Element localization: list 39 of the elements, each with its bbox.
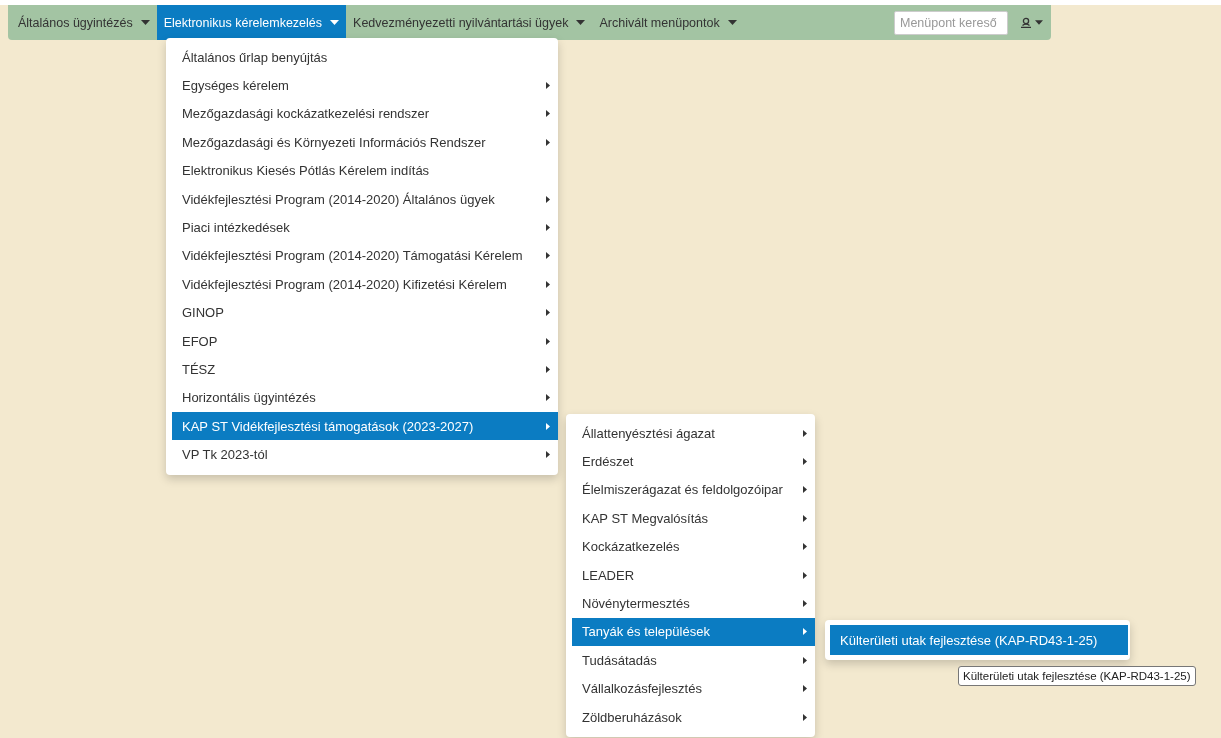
nav-menu-item[interactable]: Elektronikus kérelemkezelés [156,5,347,40]
nav-menu-item[interactable]: Általános ügyintézés [11,5,157,40]
menu-item[interactable]: Egységes kérelem [172,71,558,100]
menu-item[interactable]: Zöldberuházások [572,702,815,732]
menu-item[interactable]: Tanyák és települések [572,617,815,647]
caret-icon [1035,20,1043,25]
menu-item[interactable]: KAP ST Megvalósítás [572,504,815,533]
menu-item[interactable]: TÉSZ [172,355,558,384]
menu-item[interactable]: EFOP [172,326,558,356]
menu-item[interactable]: Vidékfejlesztési Program (2014-2020) Kifizetési Kérelem [172,270,558,299]
menu-item[interactable]: Vállalkozásfejlesztés [572,674,815,703]
menu-item[interactable]: Vidékfejlesztési Program (2014-2020) Általános ügyek [172,184,558,214]
caret-icon [576,20,586,25]
menu-item[interactable]: LEADER [572,560,815,590]
menu-item[interactable]: Tudásátadás [572,646,815,675]
menu-item[interactable]: Horizontális ügyintézés [172,383,558,413]
menu-item[interactable]: VP Tk 2023-tól [172,440,558,469]
menu-item[interactable]: Elektronikus Kiesés Pótlás Kérelem indítás [172,156,558,185]
nav-menu-item[interactable]: Kedvezményezetti nyilvántartási ügyek [346,5,593,40]
menu-item[interactable]: Piaci intézkedések [172,213,558,242]
menu-item[interactable]: Általános űrlap benyújtás [172,43,558,72]
menu-item[interactable]: Vidékfejlesztési Program (2014-2020) Támogatási Kérelem [172,241,558,271]
menu-item[interactable]: Kockázatkezelés [572,532,815,561]
menu-item[interactable]: Növénytermesztés [572,589,815,618]
caret-icon [727,20,737,25]
menu-item[interactable]: Élelmiszerágazat és feldolgozóipar [572,475,815,505]
menu-item[interactable]: KAP ST Vidékfejlesztési támogatások (2023-2027) [172,412,558,441]
user-icon [1020,17,1032,28]
menu-item[interactable]: Mezőgazdasági kockázatkezelési rendszer [172,99,558,129]
menu-item[interactable]: Külterületi utak fejlesztése (KAP-RD43-1-25) [830,625,1128,655]
search-field[interactable]: Menüpont kereső [894,10,1008,35]
caret-icon [140,20,150,25]
nav-menu-item[interactable]: Archivált menüpontok [592,5,744,40]
menu-item[interactable]: Állattenyésztési ágazat [572,419,815,448]
tooltip: Külterületi utak fejlesztése (KAP-RD43-1-25) [958,666,1196,686]
menu-item[interactable]: Mezőgazdasági és Környezeti Információs Rendszer [172,128,558,157]
menu-item[interactable]: Erdészet [572,447,815,476]
caret-icon [330,20,340,25]
menu-item[interactable]: GINOP [172,298,558,327]
